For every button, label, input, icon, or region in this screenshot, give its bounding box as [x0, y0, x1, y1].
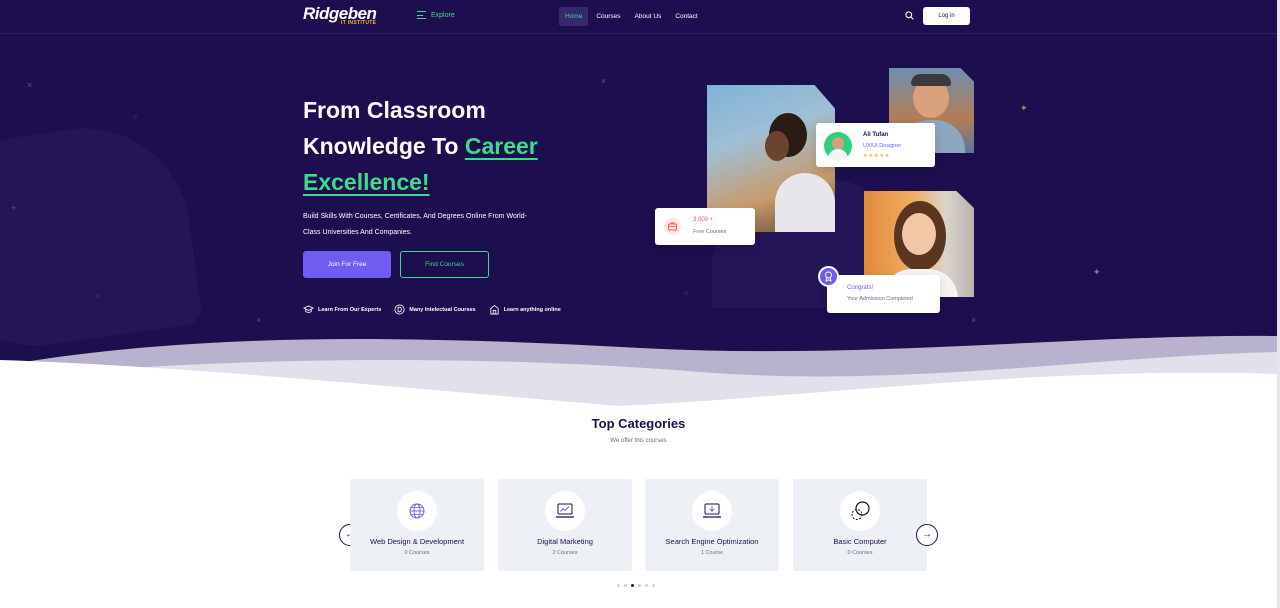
nav-link-courses[interactable]: Courses: [590, 7, 626, 26]
decoration-cross: ×: [27, 80, 33, 90]
menu-icon: [417, 11, 426, 19]
decoration-circle: ○: [96, 293, 101, 300]
instructor-role: UX/UI Designer: [863, 143, 902, 149]
globe-code-icon: [397, 491, 437, 531]
decoration-sparkle: ✦: [1020, 103, 1028, 113]
hero-title-accent-2: Excellence!: [303, 169, 430, 195]
hero-title-line2-plain: Knowledge To: [303, 133, 465, 159]
decoration-plus: +: [11, 203, 17, 213]
join-for-free-button[interactable]: Join For Free: [303, 251, 391, 278]
hero-title-line2: Knowledge To Career: [303, 128, 633, 164]
d-badge-icon: [394, 304, 405, 315]
category-count: 2 Courses: [552, 550, 578, 556]
top-navbar: Ridgeben IT INSTITUTE Explore Home Cours…: [0, 0, 1277, 34]
feature-item: Learn anything online: [489, 304, 561, 315]
categories-subtitle: We offer this courses: [610, 438, 667, 444]
carousel-dot[interactable]: [617, 584, 620, 587]
free-courses-card: 3,000 + Free Courses: [655, 208, 755, 245]
hero-title-line3: Excellence!: [303, 164, 633, 200]
carousel-dot[interactable]: [652, 584, 655, 587]
carousel-pagination: [617, 584, 655, 587]
hero-title-line1: From Classroom: [303, 97, 486, 123]
decoration-circle: ○: [684, 290, 689, 297]
category-count: 0 Courses: [404, 550, 430, 556]
search-icon[interactable]: [905, 11, 914, 20]
photo-face: [765, 131, 789, 161]
find-courses-button[interactable]: Find Courses: [400, 251, 489, 278]
free-courses-label: Free Courses: [693, 229, 727, 235]
instructor-card: Ali Tufan UX/UI Designer ★★★★★: [816, 123, 935, 167]
rating-stars: ★★★★★: [863, 153, 891, 159]
carousel-next-button[interactable]: →: [916, 524, 938, 546]
brand-tagline: IT INSTITUTE: [341, 20, 377, 26]
carousel-dot[interactable]: [624, 584, 627, 587]
page: × × ○ + ○ × ○ ✦ ✦ × Ridgeben IT INSTITUT…: [0, 0, 1277, 608]
category-name: Web Design & Development: [369, 537, 465, 546]
free-courses-count: 3,000 +: [693, 217, 714, 223]
category-card[interactable]: Basic Computer 0 Courses: [793, 479, 927, 571]
hero-decoration-blob: [0, 114, 204, 360]
nav-link-contact[interactable]: Contact: [669, 7, 703, 26]
decoration-circle: ○: [133, 114, 138, 121]
nav-link-about[interactable]: About Us: [629, 7, 668, 26]
category-name: Search Engine Optimization: [665, 537, 759, 546]
feature-label: Learn From Our Experts: [318, 306, 382, 313]
nav-links: Home Courses About Us Contact: [559, 7, 706, 26]
hero-title-accent: Career: [464, 133, 538, 159]
congrats-title: Congrats!: [847, 285, 874, 291]
category-count: 1 Course: [700, 550, 724, 556]
decoration-cross: ×: [971, 315, 977, 325]
category-name: Basic Computer: [833, 537, 887, 546]
explore-label: Explore: [431, 11, 455, 19]
circles-icon: [840, 491, 880, 531]
feature-item: Many Intelectual Courses: [394, 304, 476, 315]
laptop-download-icon: [692, 491, 732, 531]
categories-title: Top Categories: [591, 416, 686, 431]
nav-link-home[interactable]: Home: [559, 7, 589, 26]
laptop-chart-icon: [545, 491, 585, 531]
hero-title: From Classroom Knowledge To Career Excel…: [303, 92, 633, 200]
photo-face: [902, 213, 936, 255]
graduation-cap-icon: [303, 305, 314, 313]
feature-label: Many Intelectual Courses: [409, 306, 476, 313]
category-card[interactable]: Web Design & Development 0 Courses: [350, 479, 484, 571]
congrats-card: Congrats! Your Admission Completed: [827, 275, 940, 313]
briefcase-icon: [664, 218, 681, 235]
hero-section: × × ○ + ○ × ○ ✦ ✦ × Ridgeben IT INSTITUT…: [0, 0, 1277, 410]
explore-button[interactable]: Explore: [417, 11, 455, 19]
category-card[interactable]: Search Engine Optimization 1 Course: [645, 479, 779, 571]
building-icon: [490, 304, 499, 315]
award-icon: [818, 266, 839, 287]
feature-label: Learn anything online: [503, 306, 561, 313]
carousel-dot[interactable]: [645, 584, 648, 587]
category-name: Digital Marketing: [537, 537, 593, 546]
hero-wave-divider: [0, 335, 1277, 410]
carousel-dot-active[interactable]: [631, 584, 634, 587]
feature-item: Learn From Our Experts: [303, 304, 381, 315]
category-card[interactable]: Digital Marketing 2 Courses: [498, 479, 632, 571]
login-button[interactable]: Log in: [923, 7, 970, 25]
decoration-cross: ×: [601, 76, 607, 86]
hero-description: Build Skills With Courses, Certificates,…: [303, 213, 527, 236]
hero-features: Learn From Our Experts Many Intelectual …: [303, 304, 561, 315]
instructor-name: Ali Tufan: [863, 132, 889, 138]
carousel-dot[interactable]: [638, 584, 641, 587]
photo-shirt: [775, 173, 835, 232]
decoration-cross: ×: [256, 315, 262, 325]
avatar: [824, 132, 852, 160]
photo-cap: [911, 74, 951, 86]
category-count: 0 Courses: [847, 550, 873, 556]
congrats-subtitle: Your Admission Completed: [847, 296, 913, 302]
decoration-sparkle: ✦: [1093, 267, 1101, 277]
